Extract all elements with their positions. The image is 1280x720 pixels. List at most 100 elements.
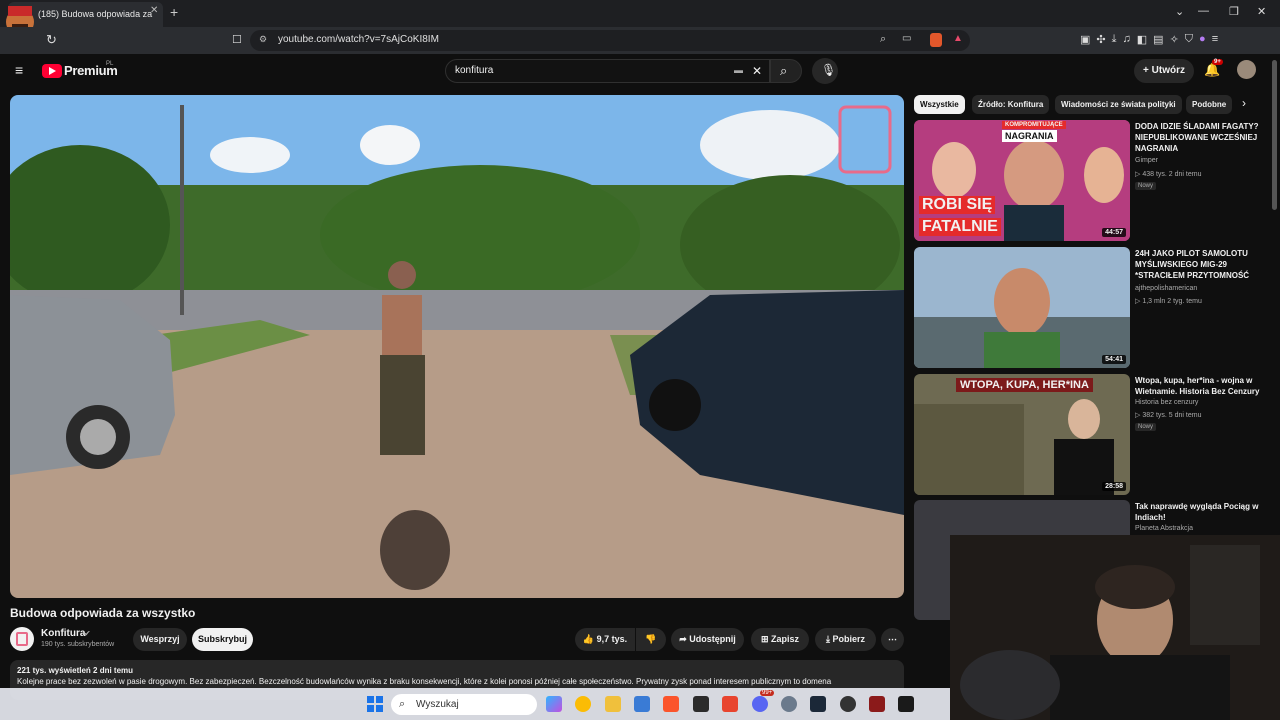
rec-thumbnail-2[interactable]: 54:41 bbox=[914, 247, 1130, 368]
support-button[interactable]: Wesprzyj bbox=[133, 628, 187, 651]
channel-name[interactable]: Konfitura bbox=[41, 628, 85, 639]
rec-thumb-text-1: KOMPROMITUJĄCE bbox=[1002, 121, 1066, 129]
brave-shield-icon[interactable] bbox=[930, 33, 942, 47]
views-and-date: 221 tys. wyświetleń 2 dni temu bbox=[17, 666, 134, 675]
logo-region: PL bbox=[106, 61, 114, 67]
channel-avatar[interactable] bbox=[10, 627, 34, 651]
subscribe-button[interactable]: Subskrybuj bbox=[192, 628, 253, 651]
menu-icon[interactable]: ≡ bbox=[1212, 33, 1218, 49]
chevron-right-icon[interactable]: › bbox=[1242, 96, 1246, 110]
tab-close-icon[interactable]: ✕ bbox=[150, 5, 158, 16]
settings-icon[interactable] bbox=[781, 696, 797, 712]
app-icon[interactable] bbox=[693, 696, 709, 712]
leo-icon[interactable]: ✧ bbox=[1170, 33, 1179, 49]
notification-badge: 9+ bbox=[1212, 59, 1223, 65]
hamburger-icon[interactable]: ≡ bbox=[15, 62, 23, 78]
app2-icon[interactable] bbox=[898, 696, 914, 712]
start-icon[interactable] bbox=[367, 696, 383, 712]
address-bar[interactable]: ⚙ youtube.com/watch?v=7sAjCoKI8IM ⌕ ▭ ▲ bbox=[250, 30, 970, 51]
keyboard-icon[interactable]: ▬ bbox=[734, 65, 743, 75]
rec-channel-1[interactable]: Gimper bbox=[1135, 157, 1158, 164]
voice-search-button[interactable]: 🎙 bbox=[812, 58, 838, 84]
save-button[interactable]: ⊞ Zapisz bbox=[751, 628, 809, 651]
extension-icon[interactable]: ▣ bbox=[1080, 33, 1090, 49]
rec-thumbnail-1[interactable]: KOMPROMITUJĄCE NAGRANIA ROBI SIĘ FATALNI… bbox=[914, 120, 1130, 241]
zoom-icon[interactable]: ⌕ bbox=[880, 33, 886, 46]
share-icon: ➦ bbox=[679, 634, 690, 644]
page-scrollbar[interactable] bbox=[1272, 60, 1277, 210]
puzzle-icon[interactable]: ✣ bbox=[1096, 33, 1105, 49]
profile-icon[interactable]: ● bbox=[1199, 33, 1206, 49]
close-window-icon[interactable]: ✕ bbox=[1257, 5, 1266, 18]
avatar[interactable] bbox=[1237, 60, 1256, 79]
bookmark-icon[interactable]: ☐ bbox=[232, 33, 242, 46]
rec-title-3[interactable]: Wtopa, kupa, her*ina - wojna w Wietnamie… bbox=[1135, 375, 1265, 397]
game-icon[interactable] bbox=[869, 696, 885, 712]
search-input[interactable]: konfitura bbox=[455, 65, 493, 76]
rec-title-2[interactable]: 24H JAKO PILOT SAMOLOTU MYŚLIWSKIEGO MIG… bbox=[1135, 248, 1265, 281]
download-button[interactable]: ⤓ Pobierz bbox=[815, 628, 876, 651]
create-button[interactable]: + Utwórz bbox=[1134, 59, 1194, 83]
url-text: youtube.com/watch?v=7sAjCoKI8IM bbox=[278, 34, 439, 45]
reload-icon[interactable]: ↻ bbox=[46, 32, 57, 48]
rec-thumbnail-3[interactable]: WTOPA, KUPA, HER*INA 28:58 bbox=[914, 374, 1130, 495]
share-button[interactable]: ➦ Udostępnij bbox=[671, 628, 744, 651]
search-button[interactable]: ⌕ bbox=[770, 59, 802, 83]
brave-icon[interactable] bbox=[663, 696, 679, 712]
wallet-icon[interactable]: ▤ bbox=[1153, 33, 1163, 49]
rec-channel-4[interactable]: Planeta Abstrakcja bbox=[1135, 525, 1193, 532]
chip-all[interactable]: Wszystkie bbox=[914, 95, 965, 114]
cast-icon[interactable]: ▭ bbox=[902, 33, 911, 44]
discord-icon[interactable] bbox=[752, 696, 768, 712]
restore-icon[interactable]: ❐ bbox=[1229, 5, 1239, 18]
chip-politics[interactable]: Wiadomości ze świata polityki bbox=[1055, 95, 1182, 114]
brave-window-icon[interactable] bbox=[722, 696, 738, 712]
clear-search-icon[interactable]: ✕ bbox=[752, 64, 762, 78]
discord-badge: 99+ bbox=[760, 690, 775, 696]
new-tab-icon[interactable]: + bbox=[170, 4, 178, 20]
store-icon[interactable] bbox=[634, 696, 650, 712]
rewards-icon[interactable]: ▲ bbox=[953, 33, 963, 44]
tab-title: (185) Budowa odpowiada za bbox=[38, 9, 153, 19]
browser-tab-bar: (185) Budowa odpowiada za ✕ + ⌄ — ❐ ✕ bbox=[0, 0, 1280, 27]
dislike-button[interactable]: 👎 bbox=[636, 628, 666, 651]
obs-icon[interactable] bbox=[840, 696, 856, 712]
steam-icon[interactable] bbox=[810, 696, 826, 712]
duration-badge: 54:41 bbox=[1102, 355, 1126, 364]
more-icon: ⋯ bbox=[888, 634, 897, 644]
rec-meta-2: ▷ 1,3 mln 2 tyg. temu bbox=[1135, 298, 1202, 305]
chip-source[interactable]: Źródło: Konfitura bbox=[972, 95, 1050, 114]
tab-list-icon[interactable]: ⌄ bbox=[1175, 5, 1184, 18]
rec-meta-1: ▷ 438 tys. 2 dni temu bbox=[1135, 171, 1202, 178]
plus-icon: + bbox=[1143, 65, 1152, 76]
video-player[interactable] bbox=[10, 95, 904, 598]
rec-thumbnail-image-2 bbox=[914, 247, 1130, 368]
vpn-icon[interactable]: ⛉ bbox=[1185, 33, 1193, 49]
youtube-logo-icon[interactable] bbox=[42, 64, 62, 78]
download-label: Pobierz bbox=[832, 634, 865, 644]
search-icon: ⌕ bbox=[780, 63, 788, 78]
rec-title-1[interactable]: DODA IDZIE ŚLADAMI FAGATY? NIEPUBLIKOWAN… bbox=[1135, 121, 1265, 154]
download-icon[interactable]: ⤓ bbox=[1112, 33, 1117, 49]
rec-channel-3[interactable]: Historia bez cenzury bbox=[1135, 399, 1198, 406]
taskbar-search-placeholder: Wyszukaj bbox=[416, 699, 459, 710]
more-actions-button[interactable]: ⋯ bbox=[881, 628, 904, 651]
taskbar-search-icon: ⌕ bbox=[399, 698, 406, 710]
chip-similar[interactable]: Podobne bbox=[1186, 95, 1232, 114]
thumbs-up-icon: 👍 bbox=[582, 634, 597, 644]
site-info-icon[interactable]: ⚙ bbox=[259, 34, 267, 45]
copilot-icon[interactable] bbox=[546, 696, 562, 712]
sidebar-icon[interactable]: ◧ bbox=[1137, 33, 1147, 49]
file-explorer-icon[interactable] bbox=[605, 696, 621, 712]
taskbar-search[interactable]: ⌕ Wyszukaj bbox=[391, 694, 537, 715]
media-icon[interactable]: ♫ bbox=[1123, 33, 1131, 49]
minimize-icon[interactable]: — bbox=[1198, 5, 1209, 17]
like-button[interactable]: 👍 9,7 tys. bbox=[575, 628, 635, 651]
like-count: 9,7 tys. bbox=[596, 634, 628, 644]
webcam-overlay bbox=[950, 535, 1280, 720]
chrome-icon[interactable] bbox=[575, 696, 591, 712]
duration-badge: 44:57 bbox=[1102, 228, 1126, 237]
search-box[interactable]: konfitura ▬ ✕ bbox=[445, 59, 770, 83]
rec-channel-2[interactable]: ajthepolishamerican bbox=[1135, 285, 1197, 292]
rec-title-4[interactable]: Tak naprawdę wygląda Pociąg w Indiach! bbox=[1135, 501, 1265, 523]
